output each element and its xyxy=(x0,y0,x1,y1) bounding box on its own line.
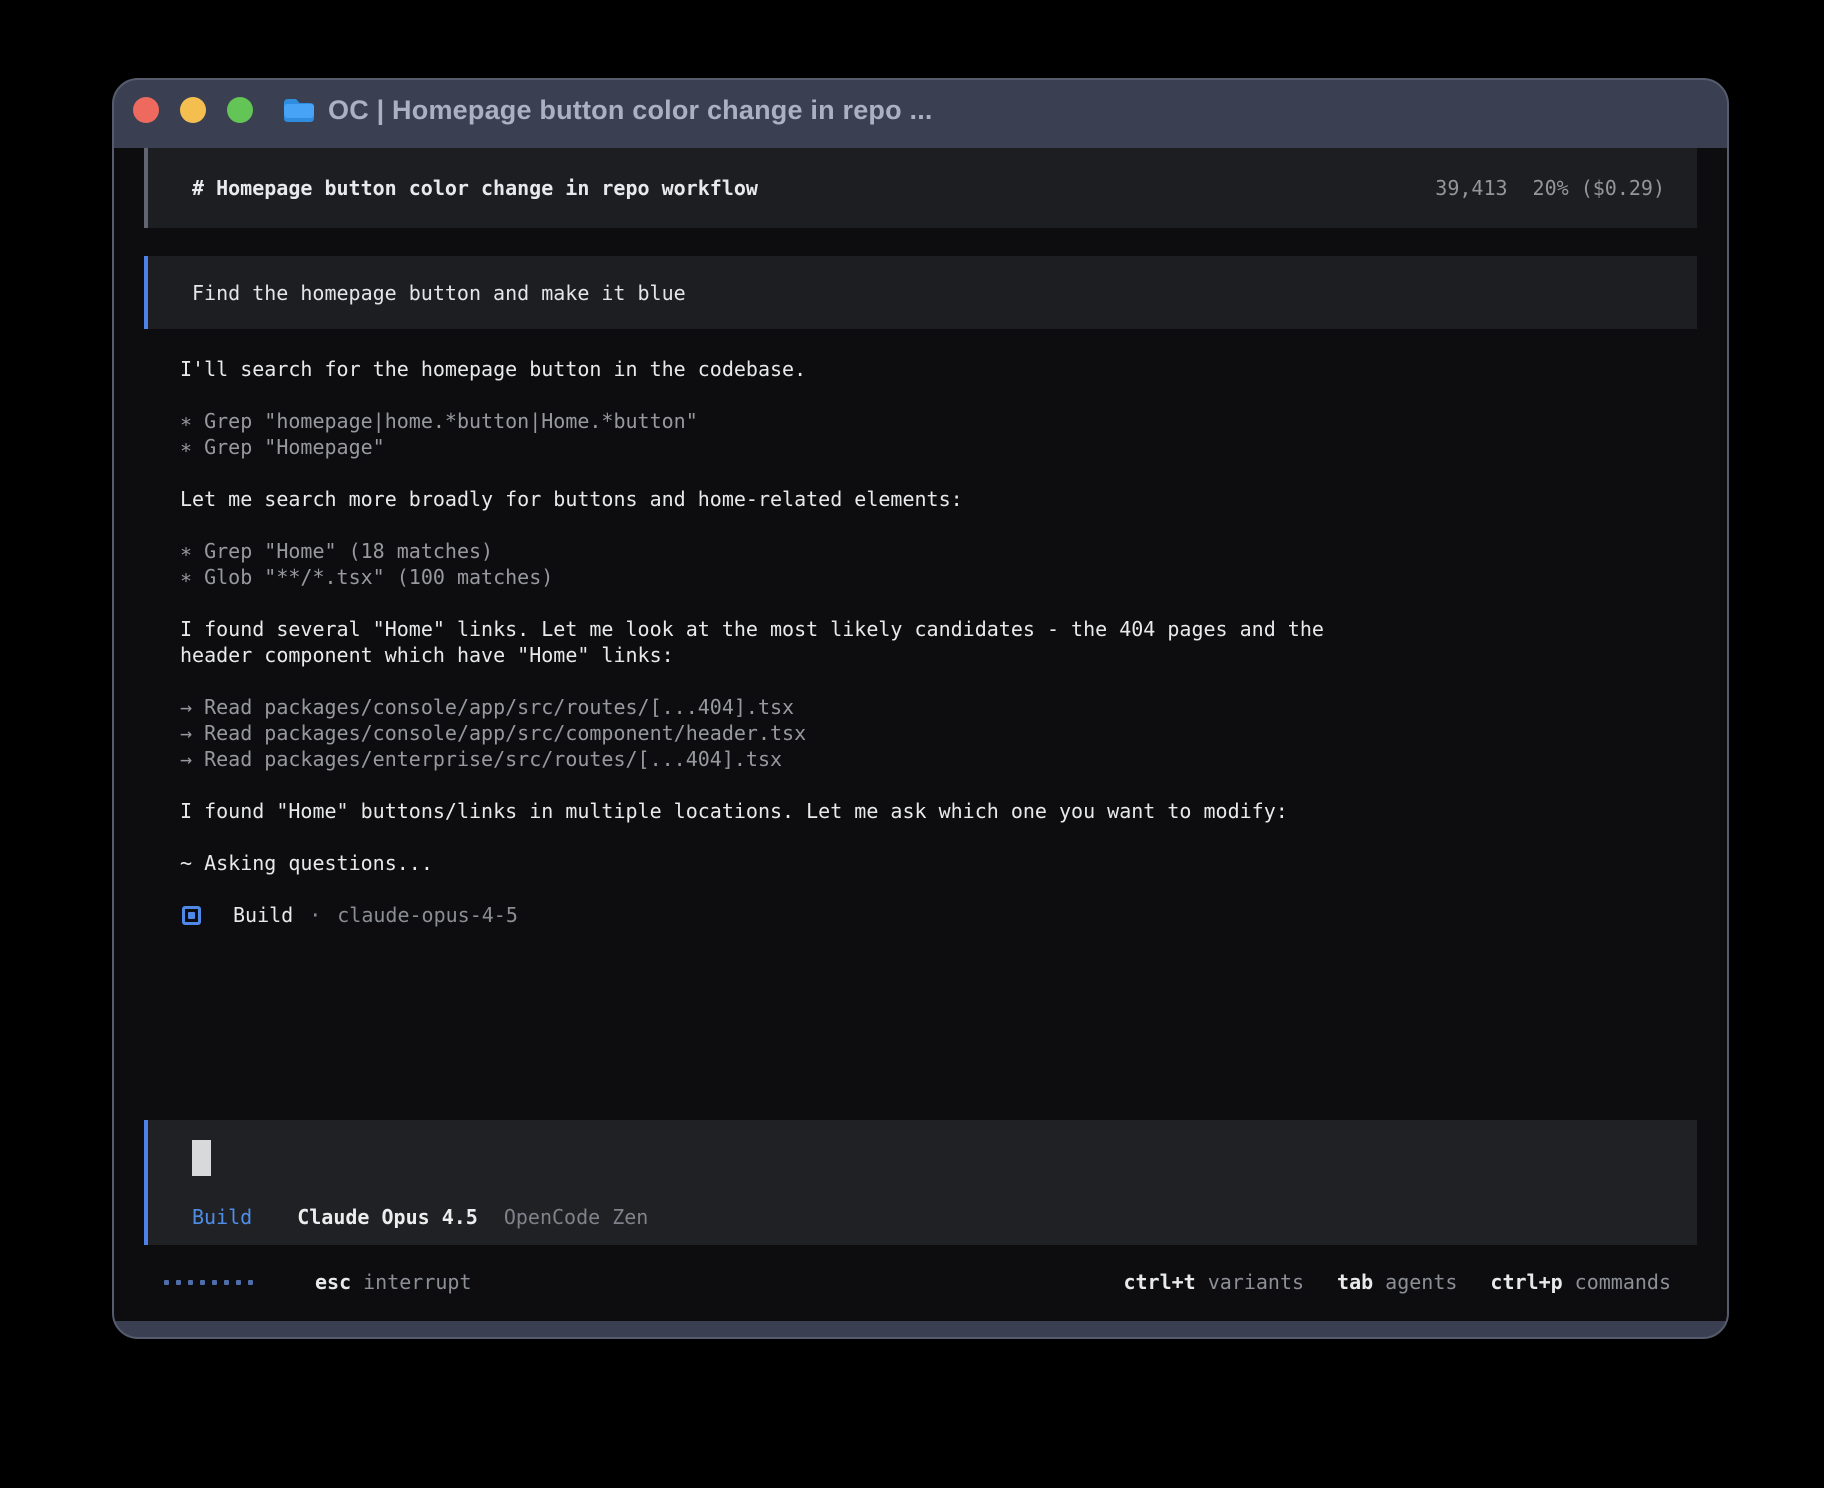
tool-call-grep: ∗ Grep "Home" (18 matches) xyxy=(180,538,1697,564)
traffic-lights xyxy=(133,97,253,123)
footer-shortcuts: ctrl+t variants tab agents ctrl+p comman… xyxy=(1123,1270,1671,1294)
session-stats: 39,413 20% ($0.29) xyxy=(1435,176,1665,200)
mode-label[interactable]: Build xyxy=(192,1205,252,1229)
prompt-input[interactable]: Build Claude Opus 4.5 OpenCode Zen xyxy=(144,1120,1697,1245)
assistant-text: header component which have "Home" links… xyxy=(180,642,1697,668)
tool-call-grep: ∗ Grep "Homepage" xyxy=(180,434,1697,460)
close-button[interactable] xyxy=(133,97,159,123)
titlebar[interactable]: OC | Homepage button color change in rep… xyxy=(114,80,1727,140)
commands-shortcut[interactable]: ctrl+p commands xyxy=(1490,1270,1671,1294)
terminal-window: OC | Homepage button color change in rep… xyxy=(112,78,1729,1339)
session-header: # Homepage button color change in repo w… xyxy=(144,148,1697,228)
footer-left: esc interrupt xyxy=(164,1270,472,1294)
assistant-text: I found "Home" buttons/links in multiple… xyxy=(180,798,1697,824)
window-title: OC | Homepage button color change in rep… xyxy=(328,95,933,126)
status-footer: esc interrupt ctrl+t variants tab agents… xyxy=(164,1268,1671,1296)
minimize-button[interactable] xyxy=(180,97,206,123)
folder-icon xyxy=(283,97,315,123)
user-message: Find the homepage button and make it blu… xyxy=(144,256,1697,329)
session-title: # Homepage button color change in repo w… xyxy=(192,176,758,200)
variants-shortcut[interactable]: ctrl+t variants xyxy=(1123,1270,1304,1294)
commands-label: commands xyxy=(1575,1270,1671,1294)
esc-key: esc xyxy=(315,1270,351,1294)
assistant-text: I'll search for the homepage button in t… xyxy=(180,356,1697,382)
interrupt-shortcut[interactable]: esc interrupt xyxy=(315,1270,472,1294)
conversation: I'll search for the homepage button in t… xyxy=(144,356,1697,928)
agent-status-line: Build · claude-opus-4-5 xyxy=(180,902,1697,928)
zoom-button[interactable] xyxy=(227,97,253,123)
context-usage: 20% ($0.29) xyxy=(1533,176,1665,200)
tool-call-grep: ∗ Grep "homepage|home.*button|Home.*butt… xyxy=(180,408,1697,434)
tool-call-read: → Read packages/console/app/src/componen… xyxy=(180,720,1697,746)
agents-shortcut[interactable]: tab agents xyxy=(1337,1270,1457,1294)
text-cursor xyxy=(192,1140,211,1176)
tool-call-glob: ∗ Glob "**/*.tsx" (100 matches) xyxy=(180,564,1697,590)
title-group: OC | Homepage button color change in rep… xyxy=(283,95,933,126)
assistant-text: Let me search more broadly for buttons a… xyxy=(180,486,1697,512)
spinner-dots-icon xyxy=(164,1280,253,1285)
tool-call-read: → Read packages/enterprise/src/routes/[.… xyxy=(180,746,1697,772)
agent-model: claude-opus-4-5 xyxy=(337,902,518,928)
interrupt-label: interrupt xyxy=(363,1270,471,1294)
user-message-text: Find the homepage button and make it blu… xyxy=(192,281,686,305)
build-badge-icon xyxy=(182,906,201,925)
assistant-text: I found several "Home" links. Let me loo… xyxy=(180,616,1697,642)
variants-label: variants xyxy=(1208,1270,1304,1294)
assistant-status: ~ Asking questions... xyxy=(180,850,1697,876)
ctrl-t-key: ctrl+t xyxy=(1123,1270,1195,1294)
agent-name: Build xyxy=(233,902,293,928)
ctrl-p-key: ctrl+p xyxy=(1490,1270,1562,1294)
input-status-bar: Build Claude Opus 4.5 OpenCode Zen xyxy=(192,1205,1665,1229)
token-count: 39,413 xyxy=(1435,176,1507,200)
tool-call-read: → Read packages/console/app/src/routes/[… xyxy=(180,694,1697,720)
provider-label: OpenCode Zen xyxy=(504,1205,649,1229)
model-label[interactable]: Claude Opus 4.5 xyxy=(297,1205,478,1229)
tab-key: tab xyxy=(1337,1270,1373,1294)
agents-label: agents xyxy=(1385,1270,1457,1294)
separator-dot: · xyxy=(309,902,321,928)
terminal-pane[interactable]: # Homepage button color change in repo w… xyxy=(114,148,1727,1321)
